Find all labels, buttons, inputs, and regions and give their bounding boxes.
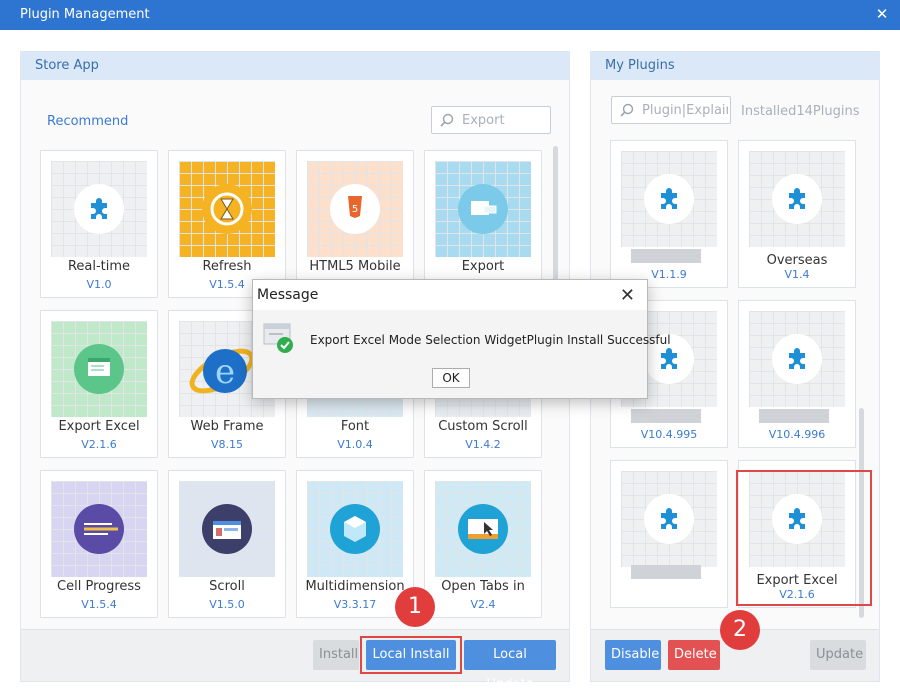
cube-icon [330, 504, 380, 554]
plugin-version: V8.15 [210, 438, 244, 451]
store-search-placeholder: Export [462, 113, 505, 128]
disable-button[interactable]: Disable [605, 640, 661, 670]
redacted-name [759, 409, 829, 423]
step-badge-2: 2 [720, 610, 760, 650]
install-button[interactable]: Install [313, 640, 359, 670]
puzzle-icon [644, 174, 694, 224]
plugin-name: Open Tabs in [441, 579, 525, 594]
hourglass-refresh-icon [202, 184, 252, 234]
plugin-thumbnail [307, 481, 403, 577]
scroll-table-icon [202, 504, 252, 554]
window-title: Plugin Management [20, 7, 150, 22]
store-footer: Install Local Install Local Update [21, 629, 569, 692]
plugin-card[interactable]: Export Excel V2.1.6 [40, 310, 158, 458]
plugin-version: V10.4.996 [768, 428, 826, 441]
puzzle-icon [644, 494, 694, 544]
plugin-card[interactable]: Cell Progress V1.5.4 [40, 470, 158, 618]
tabs-cursor-icon [458, 504, 508, 554]
plugin-name: Cell Progress [57, 579, 141, 594]
dialog-close-icon[interactable]: ✕ [620, 285, 635, 306]
plugin-thumbnail [621, 471, 717, 567]
plugin-card[interactable] [610, 460, 728, 608]
plugin-thumbnail [435, 481, 531, 577]
plugin-card[interactable]: Scroll V1.5.0 [168, 470, 286, 618]
plugin-search-input[interactable]: Plugin|Explain [611, 96, 731, 124]
step-badge-1: 1 [395, 587, 435, 627]
plugin-version: V2.4 [470, 598, 496, 611]
export-icon [458, 184, 508, 234]
plugin-name: Refresh [202, 259, 252, 274]
message-dialog: Message ✕ Export Excel Mode Selection Wi… [252, 279, 671, 399]
plugin-version: V1.5.4 [81, 598, 117, 611]
plugin-version: V1.4.2 [465, 438, 501, 451]
close-icon[interactable]: ✕ [874, 6, 890, 22]
window-titlebar: Plugin Management ✕ [0, 0, 900, 30]
progress-icon [74, 504, 124, 554]
plugin-name: Real-time [67, 259, 131, 274]
plugin-thumbnail [51, 161, 147, 257]
store-search-input[interactable]: Export [431, 106, 551, 134]
local-install-highlight [360, 636, 462, 674]
plugin-name: Export Excel [58, 419, 140, 434]
plugin-name: Font [340, 419, 370, 434]
plugin-name: Custom Scroll [438, 419, 528, 434]
html5-icon: 5 [330, 184, 380, 234]
plugin-card[interactable]: V10.4.996 [738, 300, 856, 448]
svg-text:e: e [215, 352, 235, 392]
plugin-card[interactable]: Multidimension V3.3.17 [296, 470, 414, 618]
update-button[interactable]: Update [810, 640, 866, 670]
installed-count: Installed14Plugins [741, 104, 860, 119]
plugin-version: V1.5.0 [209, 598, 245, 611]
redacted-name [631, 565, 701, 579]
plugin-name: Web Frame [190, 419, 264, 434]
local-update-button[interactable]: Local Update [464, 640, 556, 692]
plugin-card[interactable]: Overseas V1.4 [738, 140, 856, 288]
success-icon [263, 323, 293, 353]
puzzle-icon [772, 174, 822, 224]
plugin-thumbnail: 5 [307, 161, 403, 257]
plugin-card[interactable]: V1.1.9 [610, 140, 728, 288]
delete-button[interactable]: Delete [668, 640, 720, 670]
plugin-version: V1.0.4 [337, 438, 373, 451]
plugin-thumbnail [749, 311, 845, 407]
svg-text:5: 5 [352, 204, 358, 215]
puzzle-icon [772, 334, 822, 384]
plugin-card[interactable]: Real-time V1.0 [40, 150, 158, 298]
plugin-thumbnail [749, 151, 845, 247]
store-app-header: Store App [21, 52, 569, 80]
plugin-version: V1.0 [86, 278, 112, 291]
dialog-message: Export Excel Mode Selection WidgetPlugin… [310, 333, 671, 347]
search-icon [440, 113, 454, 127]
search-icon [620, 103, 634, 117]
plugin-search-placeholder: Plugin|Explain [642, 103, 728, 118]
ok-button[interactable]: OK [432, 368, 470, 388]
plugin-name: HTML5 Mobile [309, 259, 401, 274]
plugin-name: Overseas [766, 253, 828, 268]
plugin-name: Multidimension [305, 579, 405, 594]
excel-export-icon [74, 344, 124, 394]
plugin-name: Export [461, 259, 505, 274]
plugin-thumbnail [51, 481, 147, 577]
export-excel-highlight [736, 470, 872, 606]
plugin-card[interactable]: Refresh V1.5.4 [168, 150, 286, 298]
plugin-thumbnail [179, 161, 275, 257]
redacted-name [631, 249, 701, 263]
plugin-thumbnail [179, 481, 275, 577]
dialog-body: Export Excel Mode Selection WidgetPlugin… [253, 310, 671, 398]
plugin-version: V10.4.995 [640, 428, 698, 441]
plugin-name: Scroll [209, 579, 245, 594]
dialog-title: Message [257, 287, 319, 303]
redacted-name [631, 409, 701, 423]
plugin-version: V2.1.6 [81, 438, 117, 451]
plugin-card[interactable]: Open Tabs in V2.4 [424, 470, 542, 618]
plugin-thumbnail [51, 321, 147, 417]
puzzle-icon [74, 184, 124, 234]
plugin-card[interactable]: Export [424, 150, 542, 298]
plugin-thumbnail [621, 151, 717, 247]
plugin-version: V1.4 [784, 268, 810, 281]
plugin-card[interactable]: 5 HTML5 Mobile [296, 150, 414, 298]
plugin-thumbnail [435, 161, 531, 257]
tab-recommend[interactable]: Recommend [47, 114, 128, 129]
my-plugins-header: My Plugins [591, 52, 879, 80]
